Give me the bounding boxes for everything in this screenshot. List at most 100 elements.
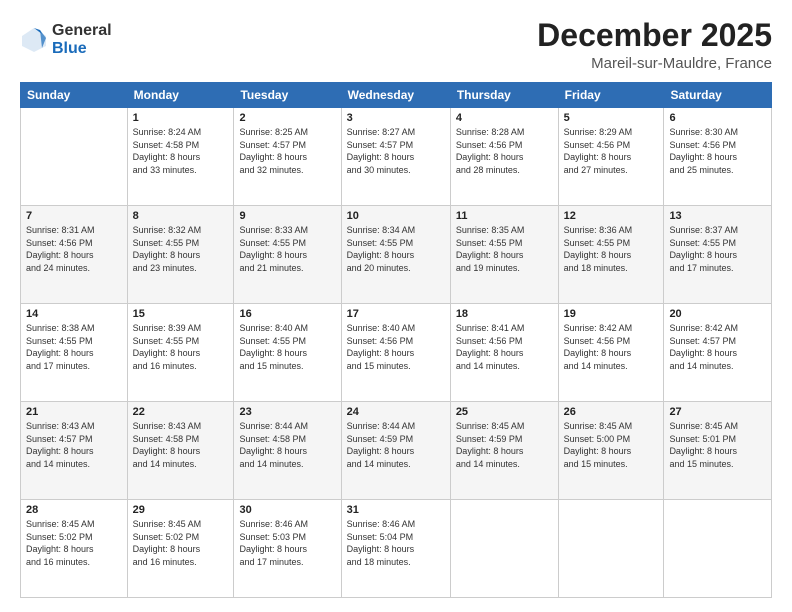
day-info: Sunrise: 8:27 AM Sunset: 4:57 PM Dayligh… [347, 126, 445, 176]
day-cell: 14 Sunrise: 8:38 AM Sunset: 4:55 PM Dayli… [21, 304, 128, 402]
day-number: 16 [239, 308, 335, 320]
calendar-table: SundayMondayTuesdayWednesdayThursdayFrid… [20, 82, 772, 598]
day-cell: 5 Sunrise: 8:29 AM Sunset: 4:56 PM Daylig… [558, 108, 664, 206]
day-cell: 28Sunrise: 8:45 AM Sunset: 5:02 PM Dayli… [21, 500, 128, 598]
day-number: 19 [564, 308, 659, 320]
day-cell [450, 500, 558, 598]
location: Mareil-sur-Mauldre, France [537, 55, 772, 72]
day-number: 4 [456, 112, 553, 124]
week-row-2: 7 Sunrise: 8:31 AM Sunset: 4:56 PM Daylig… [21, 206, 772, 304]
day-cell: 31 Sunrise: 8:46 AM Sunset: 5:04 PM Dayli… [341, 500, 450, 598]
day-cell: 27 Sunrise: 8:45 AM Sunset: 5:01 PM Dayli… [664, 402, 772, 500]
day-info: Sunrise: 8:45 AM Sunset: 5:01 PM Dayligh… [669, 420, 766, 470]
day-info: Sunrise: 8:40 AM Sunset: 4:56 PM Dayligh… [347, 322, 445, 372]
day-number: 14 [26, 308, 122, 320]
day-info: Sunrise: 8:42 AM Sunset: 4:56 PM Dayligh… [564, 322, 659, 372]
week-row-4: 21 Sunrise: 8:43 AM Sunset: 4:57 PM Dayli… [21, 402, 772, 500]
week-row-3: 14 Sunrise: 8:38 AM Sunset: 4:55 PM Dayli… [21, 304, 772, 402]
day-info: Sunrise: 8:41 AM Sunset: 4:56 PM Dayligh… [456, 322, 553, 372]
col-header-saturday: Saturday [664, 83, 772, 108]
day-number: 29 [133, 504, 229, 516]
day-cell: 19 Sunrise: 8:42 AM Sunset: 4:56 PM Dayli… [558, 304, 664, 402]
day-info: Sunrise: 8:46 AM Sunset: 5:04 PM Dayligh… [347, 518, 445, 568]
day-cell [21, 108, 128, 206]
day-info: Sunrise: 8:40 AM Sunset: 4:55 PM Dayligh… [239, 322, 335, 372]
day-cell: 23 Sunrise: 8:44 AM Sunset: 4:58 PM Dayli… [234, 402, 341, 500]
day-cell: 30 Sunrise: 8:46 AM Sunset: 5:03 PM Dayli… [234, 500, 341, 598]
day-number: 15 [133, 308, 229, 320]
day-info: Sunrise: 8:43 AM Sunset: 4:58 PM Dayligh… [133, 420, 229, 470]
day-cell: 18 Sunrise: 8:41 AM Sunset: 4:56 PM Dayli… [450, 304, 558, 402]
day-info: Sunrise: 8:32 AM Sunset: 4:55 PM Dayligh… [133, 224, 229, 274]
day-cell: 1 Sunrise: 8:24 AM Sunset: 4:58 PM Daylig… [127, 108, 234, 206]
day-number: 27 [669, 406, 766, 418]
logo-text: General Blue [52, 22, 112, 57]
day-number: 24 [347, 406, 445, 418]
day-number: 12 [564, 210, 659, 222]
day-info: Sunrise: 8:45 AM Sunset: 5:02 PM Dayligh… [133, 518, 229, 568]
col-header-thursday: Thursday [450, 83, 558, 108]
day-info: Sunrise: 8:45 AM Sunset: 5:02 PM Dayligh… [26, 518, 122, 568]
day-info: Sunrise: 8:44 AM Sunset: 4:58 PM Dayligh… [239, 420, 335, 470]
day-number: 10 [347, 210, 445, 222]
logo: General Blue [20, 22, 112, 57]
day-cell: 13Sunrise: 8:37 AM Sunset: 4:55 PM Dayli… [664, 206, 772, 304]
day-info: Sunrise: 8:30 AM Sunset: 4:56 PM Dayligh… [669, 126, 766, 176]
day-cell: 26 Sunrise: 8:45 AM Sunset: 5:00 PM Dayli… [558, 402, 664, 500]
day-number: 3 [347, 112, 445, 124]
day-number: 30 [239, 504, 335, 516]
col-header-sunday: Sunday [21, 83, 128, 108]
day-cell: 4 Sunrise: 8:28 AM Sunset: 4:56 PM Daylig… [450, 108, 558, 206]
day-number: 5 [564, 112, 659, 124]
day-info: Sunrise: 8:44 AM Sunset: 4:59 PM Dayligh… [347, 420, 445, 470]
day-number: 9 [239, 210, 335, 222]
day-cell: 9 Sunrise: 8:33 AM Sunset: 4:55 PM Daylig… [234, 206, 341, 304]
day-cell [664, 500, 772, 598]
day-number: 2 [239, 112, 335, 124]
day-info: Sunrise: 8:38 AM Sunset: 4:55 PM Dayligh… [26, 322, 122, 372]
day-cell: 24 Sunrise: 8:44 AM Sunset: 4:59 PM Dayli… [341, 402, 450, 500]
day-cell: 8 Sunrise: 8:32 AM Sunset: 4:55 PM Daylig… [127, 206, 234, 304]
week-row-5: 28Sunrise: 8:45 AM Sunset: 5:02 PM Dayli… [21, 500, 772, 598]
day-info: Sunrise: 8:35 AM Sunset: 4:55 PM Dayligh… [456, 224, 553, 274]
day-cell [558, 500, 664, 598]
day-info: Sunrise: 8:36 AM Sunset: 4:55 PM Dayligh… [564, 224, 659, 274]
col-header-monday: Monday [127, 83, 234, 108]
day-info: Sunrise: 8:33 AM Sunset: 4:55 PM Dayligh… [239, 224, 335, 274]
day-cell: 12 Sunrise: 8:36 AM Sunset: 4:55 PM Dayli… [558, 206, 664, 304]
day-number: 22 [133, 406, 229, 418]
day-info: Sunrise: 8:28 AM Sunset: 4:56 PM Dayligh… [456, 126, 553, 176]
day-number: 31 [347, 504, 445, 516]
day-number: 8 [133, 210, 229, 222]
day-number: 6 [669, 112, 766, 124]
page: General Blue December 2025 Mareil-sur-Ma… [0, 0, 792, 612]
day-info: Sunrise: 8:45 AM Sunset: 4:59 PM Dayligh… [456, 420, 553, 470]
week-row-1: 1 Sunrise: 8:24 AM Sunset: 4:58 PM Daylig… [21, 108, 772, 206]
header: General Blue December 2025 Mareil-sur-Ma… [20, 18, 772, 72]
day-number: 18 [456, 308, 553, 320]
day-info: Sunrise: 8:46 AM Sunset: 5:03 PM Dayligh… [239, 518, 335, 568]
day-info: Sunrise: 8:43 AM Sunset: 4:57 PM Dayligh… [26, 420, 122, 470]
day-number: 23 [239, 406, 335, 418]
logo-general: General [52, 22, 112, 40]
day-info: Sunrise: 8:39 AM Sunset: 4:55 PM Dayligh… [133, 322, 229, 372]
day-info: Sunrise: 8:34 AM Sunset: 4:55 PM Dayligh… [347, 224, 445, 274]
col-header-friday: Friday [558, 83, 664, 108]
day-number: 7 [26, 210, 122, 222]
day-cell: 7 Sunrise: 8:31 AM Sunset: 4:56 PM Daylig… [21, 206, 128, 304]
day-number: 20 [669, 308, 766, 320]
day-info: Sunrise: 8:29 AM Sunset: 4:56 PM Dayligh… [564, 126, 659, 176]
col-header-wednesday: Wednesday [341, 83, 450, 108]
day-number: 21 [26, 406, 122, 418]
day-info: Sunrise: 8:37 AM Sunset: 4:55 PM Dayligh… [669, 224, 766, 274]
day-info: Sunrise: 8:45 AM Sunset: 5:00 PM Dayligh… [564, 420, 659, 470]
day-cell: 6 Sunrise: 8:30 AM Sunset: 4:56 PM Daylig… [664, 108, 772, 206]
day-info: Sunrise: 8:31 AM Sunset: 4:56 PM Dayligh… [26, 224, 122, 274]
day-number: 1 [133, 112, 229, 124]
day-cell: 20Sunrise: 8:42 AM Sunset: 4:57 PM Dayli… [664, 304, 772, 402]
day-number: 26 [564, 406, 659, 418]
logo-blue: Blue [52, 40, 112, 58]
day-info: Sunrise: 8:24 AM Sunset: 4:58 PM Dayligh… [133, 126, 229, 176]
day-info: Sunrise: 8:25 AM Sunset: 4:57 PM Dayligh… [239, 126, 335, 176]
month-title: December 2025 [537, 18, 772, 53]
